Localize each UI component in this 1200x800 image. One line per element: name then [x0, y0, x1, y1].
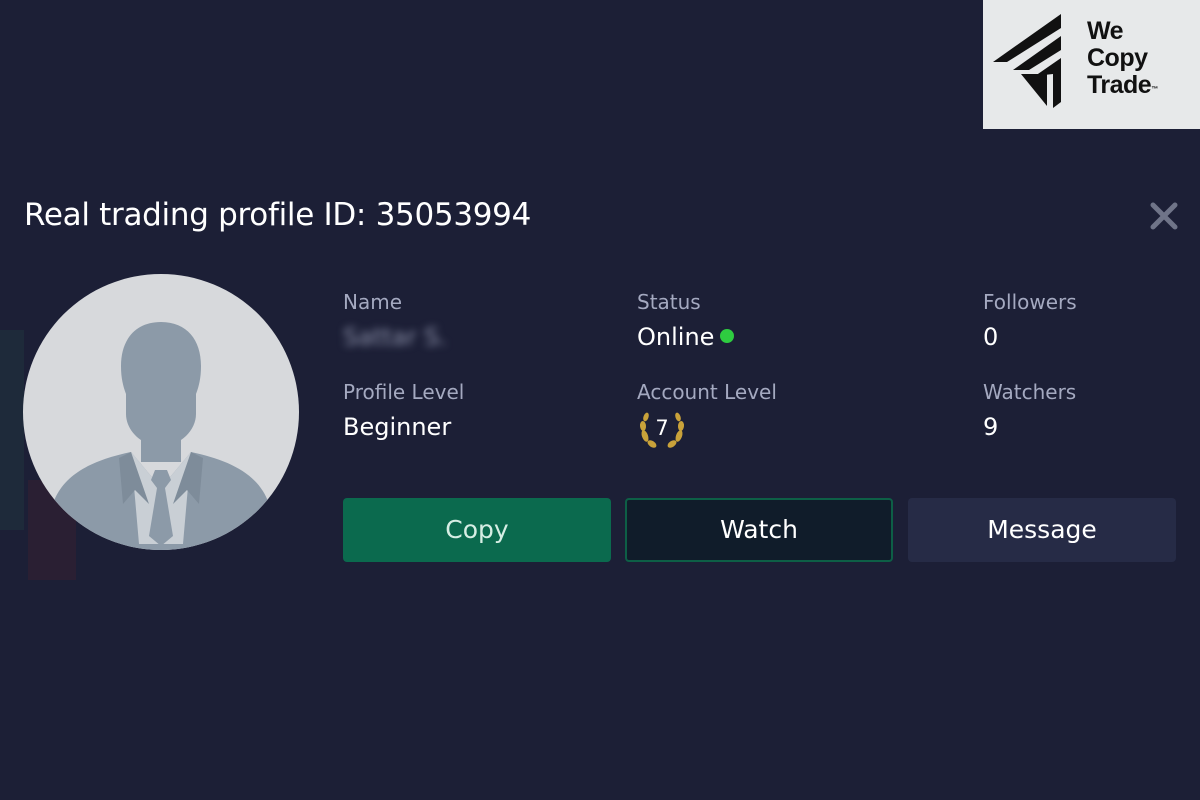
profile-level-label: Profile Level — [343, 380, 465, 404]
close-button[interactable] — [1146, 198, 1182, 234]
account-level-label: Account Level — [637, 380, 777, 404]
message-button[interactable]: Message — [908, 498, 1176, 562]
status-value: Online — [637, 323, 735, 351]
profile-dialog: We Copy Trade™ Real trading profile ID: … — [0, 0, 1200, 800]
background-chart-hint — [0, 330, 24, 530]
followers-label: Followers — [983, 290, 1077, 314]
name-value: Sattar S. — [343, 323, 447, 351]
profile-level-value: Beginner — [343, 413, 452, 441]
watchers-value: 9 — [983, 413, 999, 441]
name-label: Name — [343, 290, 403, 314]
logo-trademark: ™ — [1151, 86, 1158, 93]
followers-value: 0 — [983, 323, 999, 351]
logo-icon — [993, 14, 1061, 108]
user-silhouette-icon — [43, 322, 279, 550]
close-icon — [1150, 202, 1178, 230]
logo-wordmark: We Copy Trade™ — [1087, 18, 1158, 99]
watermark-logo: We Copy Trade™ — [983, 0, 1200, 129]
logo-line: Trade — [1087, 71, 1152, 99]
copy-button[interactable]: Copy — [343, 498, 611, 562]
online-indicator-icon — [720, 329, 735, 343]
watch-button[interactable]: Watch — [625, 498, 893, 562]
logo-line: We — [1087, 17, 1124, 45]
logo-line: Copy — [1087, 44, 1148, 72]
account-level-value: 7 — [655, 416, 669, 440]
account-level-badge: 7 — [637, 408, 687, 450]
status-label: Status — [637, 290, 701, 314]
avatar — [23, 274, 299, 550]
dialog-title: Real trading profile ID: 35053994 — [24, 197, 532, 233]
status-text: Online — [637, 323, 715, 351]
watchers-label: Watchers — [983, 380, 1077, 404]
